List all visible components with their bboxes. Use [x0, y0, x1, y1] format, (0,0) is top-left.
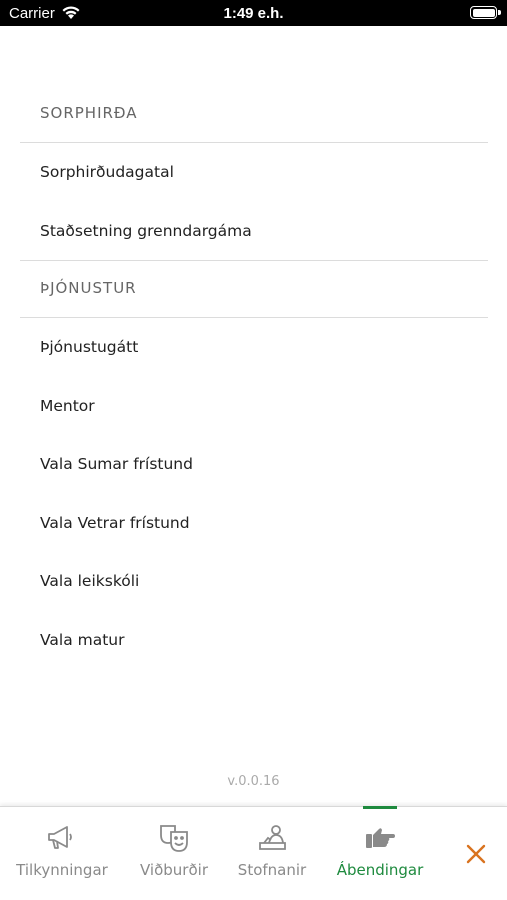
tab-label: Tilkynningar: [16, 861, 108, 879]
section-header: SORPHIRÐA: [20, 86, 488, 143]
tab-tilkynningar[interactable]: Tilkynningar: [10, 807, 114, 900]
battery-tip: [498, 10, 501, 15]
menu-item-vala-matur[interactable]: Vala matur: [20, 611, 488, 670]
theater-masks-icon: [157, 821, 191, 855]
menu-item-thjonustugatt[interactable]: Þjónustugátt: [20, 318, 488, 377]
menu-item-sorphirdudagatal[interactable]: Sorphirðudagatal: [20, 143, 488, 202]
pointing-hand-icon: [363, 821, 397, 855]
version-label: v.0.0.16: [227, 774, 280, 789]
tab-label: Stofnanir: [237, 861, 307, 879]
close-icon[interactable]: [465, 843, 487, 865]
menu-item-vala-leikskoli[interactable]: Vala leikskóli: [20, 552, 488, 611]
section-sorphirda: SORPHIRÐA Sorphirðudagatal Staðsetning g…: [20, 86, 488, 260]
status-bar: Carrier 1:49 e.h.: [0, 0, 507, 26]
tab-abendingar[interactable]: Ábendingar: [332, 806, 428, 900]
clock: 1:49 e.h.: [223, 5, 284, 22]
tab-stofnanir[interactable]: Stofnanir: [232, 807, 312, 900]
person-desk-icon: [255, 821, 289, 855]
menu-item-mentor[interactable]: Mentor: [20, 377, 488, 436]
tab-bar: Tilkynningar Viðburðir Stofnanir Ábendin…: [0, 806, 507, 900]
menu-item-vala-sumar-fristund[interactable]: Vala Sumar frístund: [20, 435, 488, 494]
battery-icon: [470, 6, 497, 19]
menu-item-vala-vetrar-fristund[interactable]: Vala Vetrar frístund: [20, 494, 488, 553]
tab-vidburdir[interactable]: Viðburðir: [133, 807, 215, 900]
tab-label: Viðburðir: [140, 861, 208, 879]
menu-list: SORPHIRÐA Sorphirðudagatal Staðsetning g…: [20, 86, 488, 669]
menu-item-stadsetning-grenndargama[interactable]: Staðsetning grenndargáma: [20, 202, 488, 261]
active-tab-indicator: [363, 806, 397, 809]
section-header: ÞJÓNUSTUR: [20, 261, 488, 318]
tab-label: Ábendingar: [336, 861, 424, 879]
megaphone-icon: [45, 821, 79, 855]
section-thjonustur: ÞJÓNUSTUR Þjónustugátt Mentor Vala Sumar…: [20, 260, 488, 669]
